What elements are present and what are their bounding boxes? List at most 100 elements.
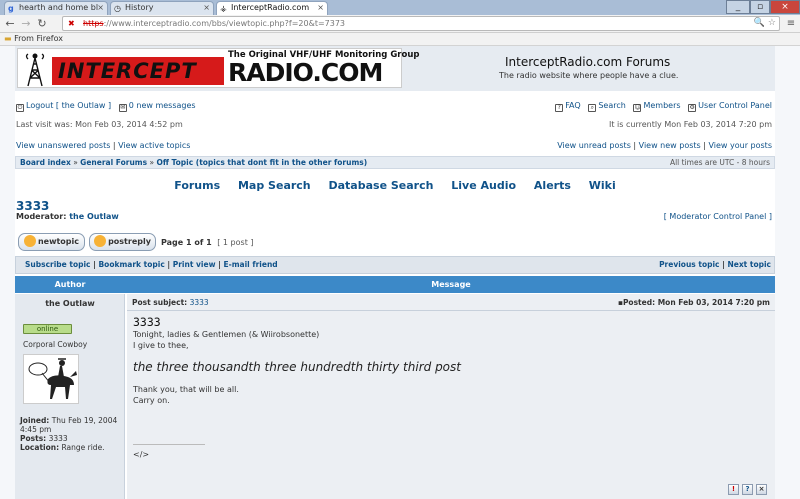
- menu-wiki[interactable]: Wiki: [589, 179, 616, 192]
- post-signature: </>: [133, 444, 205, 459]
- hamburger-menu-icon[interactable]: ≡: [784, 16, 798, 31]
- cowboy-roping-icon: [28, 358, 77, 399]
- forum-wrapper: INTERCEPT The Original VHF/UHF Monitorin…: [15, 46, 775, 499]
- menu-live-audio[interactable]: Live Audio: [451, 179, 516, 192]
- main-menu: Forums Map Search Database Search Live A…: [15, 179, 775, 193]
- print-view-link[interactable]: Print view: [173, 260, 216, 269]
- view-unread-link[interactable]: View unread posts: [557, 141, 631, 150]
- online-status-badge: online: [23, 324, 72, 334]
- report-icon[interactable]: !: [728, 484, 739, 495]
- close-window-icon[interactable]: ×: [770, 0, 800, 14]
- delete-icon[interactable]: ×: [756, 484, 767, 495]
- current-time: It is currently Mon Feb 03, 2014 7:20 pm: [609, 120, 772, 129]
- menu-database-search[interactable]: Database Search: [328, 179, 433, 192]
- topic-title[interactable]: 3333: [16, 199, 49, 213]
- ucp-link[interactable]: User Control Panel: [698, 101, 772, 110]
- site-title: InterceptRadio.com Forums: [505, 55, 671, 69]
- close-tab-icon[interactable]: ×: [97, 2, 104, 14]
- tab-hearth[interactable]: g hearth and home bl ×: [4, 1, 108, 15]
- moderator-control-panel-link[interactable]: [ Moderator Control Panel ]: [664, 212, 772, 221]
- logo-radio-text: RADIO.COM: [228, 58, 383, 87]
- minimize-icon[interactable]: _: [726, 0, 750, 14]
- previous-topic-link[interactable]: Previous topic: [659, 260, 719, 269]
- view-links-left: View unanswered posts | View active topi…: [16, 141, 191, 150]
- members-icon: ☺: [633, 104, 642, 112]
- breadcrumb-general[interactable]: General Forums: [80, 158, 147, 167]
- post-line-3: Thank you, that will be all.: [133, 385, 239, 394]
- close-tab-icon[interactable]: ×: [203, 2, 210, 14]
- page-of: Page 1 of 1: [161, 238, 212, 247]
- breadcrumb: Board index » General Forums » Off Topic…: [15, 156, 775, 169]
- view-active-link[interactable]: View active topics: [118, 141, 190, 150]
- tab-title: InterceptRadio.com: [231, 3, 310, 12]
- logout-link[interactable]: Logout [ the Outlaw ]: [26, 101, 111, 110]
- site-header: INTERCEPT The Original VHF/UHF Monitorin…: [15, 46, 775, 91]
- reload-icon[interactable]: ↻: [35, 16, 49, 31]
- google-icon: g: [8, 4, 14, 13]
- menu-map-search[interactable]: Map Search: [238, 179, 311, 192]
- subscribe-topic-link[interactable]: Subscribe topic: [25, 260, 90, 269]
- pagination-info: Page 1 of 1 [ 1 post ]: [161, 238, 254, 247]
- next-topic-link[interactable]: Next topic: [727, 260, 771, 269]
- ucp-icon: ⚙: [688, 104, 697, 112]
- forward-arrow-icon[interactable]: →: [19, 16, 33, 31]
- bookmark-topic-link[interactable]: Bookmark topic: [98, 260, 164, 269]
- email-friend-link[interactable]: E-mail friend: [223, 260, 277, 269]
- back-arrow-icon[interactable]: ←: [3, 16, 17, 31]
- posted-date-text: Posted: Mon Feb 03, 2014 7:20 pm: [622, 298, 770, 307]
- maximize-icon[interactable]: ▫: [750, 0, 770, 14]
- post-author-name[interactable]: the Outlaw: [15, 299, 125, 308]
- view-unanswered-link[interactable]: View unanswered posts: [16, 141, 110, 150]
- tab-title: hearth and home bl: [19, 3, 99, 12]
- user-links-right: ? FAQ ⌕ Search ☺ Members ⚙ User Control Pane…: [555, 100, 772, 112]
- post-heading: 3333: [133, 315, 161, 329]
- post-reply-label: postreply: [108, 237, 151, 246]
- browser-tab-bar: g hearth and home bl × ◷ History × ⚶ Int…: [0, 0, 800, 15]
- post-subject-bar: Post subject: 3333 ▪Posted: Mon Feb 03, …: [127, 294, 775, 311]
- post-reply-button[interactable]: postreply: [89, 233, 156, 251]
- post-message-panel: Post subject: 3333 ▪Posted: Mon Feb 03, …: [127, 294, 775, 499]
- post-line-1: Tonight, ladies & Gentlemen (& Wiirobson…: [133, 330, 320, 339]
- user-links-left: ⏻ Logout [ the Outlaw ] ✉ 0 new messages: [16, 100, 196, 112]
- history-icon: ◷: [114, 4, 121, 13]
- window-controls: _ ▫ ×: [726, 0, 800, 14]
- site-logo[interactable]: INTERCEPT The Original VHF/UHF Monitorin…: [17, 48, 419, 88]
- bookmark-folder-from-firefox[interactable]: From Firefox: [14, 34, 63, 43]
- faq-link[interactable]: FAQ: [565, 101, 581, 110]
- new-topic-button[interactable]: newtopic: [18, 233, 85, 251]
- zoom-star-icons[interactable]: 🔍 ☆: [754, 17, 776, 30]
- moderator-line: Moderator: the Outlaw: [16, 212, 119, 221]
- messages-link[interactable]: 0 new messages: [129, 101, 196, 110]
- breadcrumb-offtopic[interactable]: Off Topic (topics that dont fit in the o…: [156, 158, 367, 167]
- view-your-posts-link[interactable]: View your posts: [708, 141, 772, 150]
- posted-date: ▪Posted: Mon Feb 03, 2014 7:20 pm: [618, 294, 770, 311]
- folder-icon: ▬: [4, 34, 12, 43]
- site-description: The radio website where people have a cl…: [499, 71, 679, 80]
- page-background: INTERCEPT The Original VHF/UHF Monitorin…: [0, 46, 800, 499]
- post-line-4: Carry on.: [133, 396, 170, 405]
- author-details: Joined: Thu Feb 19, 2004 4:45 pm Posts: …: [20, 416, 124, 452]
- moderator-label: Moderator:: [16, 212, 67, 221]
- tab-history[interactable]: ◷ History ×: [110, 1, 214, 15]
- info-icon[interactable]: ?: [742, 484, 753, 495]
- post-subject-link[interactable]: 3333: [190, 298, 209, 307]
- url-scheme: https: [83, 19, 104, 28]
- search-link[interactable]: Search: [598, 101, 625, 110]
- breadcrumb-board-index[interactable]: Board index: [20, 158, 71, 167]
- url-path: ://www.interceptradio.com/bbs/viewtopic.…: [103, 19, 346, 28]
- close-tab-icon[interactable]: ×: [317, 2, 324, 14]
- timezone-note: All times are UTC - 8 hours: [669, 158, 770, 167]
- post-count: [ 1 post ]: [217, 238, 254, 247]
- address-bar[interactable]: ✖ https://www.interceptradio.com/bbs/vie…: [62, 16, 780, 31]
- tab-interceptradio[interactable]: ⚶ InterceptRadio.com ×: [216, 1, 328, 15]
- last-visit: Last visit was: Mon Feb 03, 2014 4:52 pm: [16, 120, 183, 129]
- view-new-link[interactable]: View new posts: [639, 141, 701, 150]
- post-reply-icon: [94, 235, 107, 247]
- members-link[interactable]: Members: [643, 101, 680, 110]
- menu-forums[interactable]: Forums: [174, 179, 220, 192]
- post-footer-icons: ! ? ×: [728, 484, 767, 495]
- location-value: Range ride.: [61, 443, 105, 452]
- view-links-right: View unread posts | View new posts | Vie…: [557, 141, 772, 150]
- moderator-link[interactable]: the Outlaw: [69, 212, 119, 221]
- menu-alerts[interactable]: Alerts: [534, 179, 571, 192]
